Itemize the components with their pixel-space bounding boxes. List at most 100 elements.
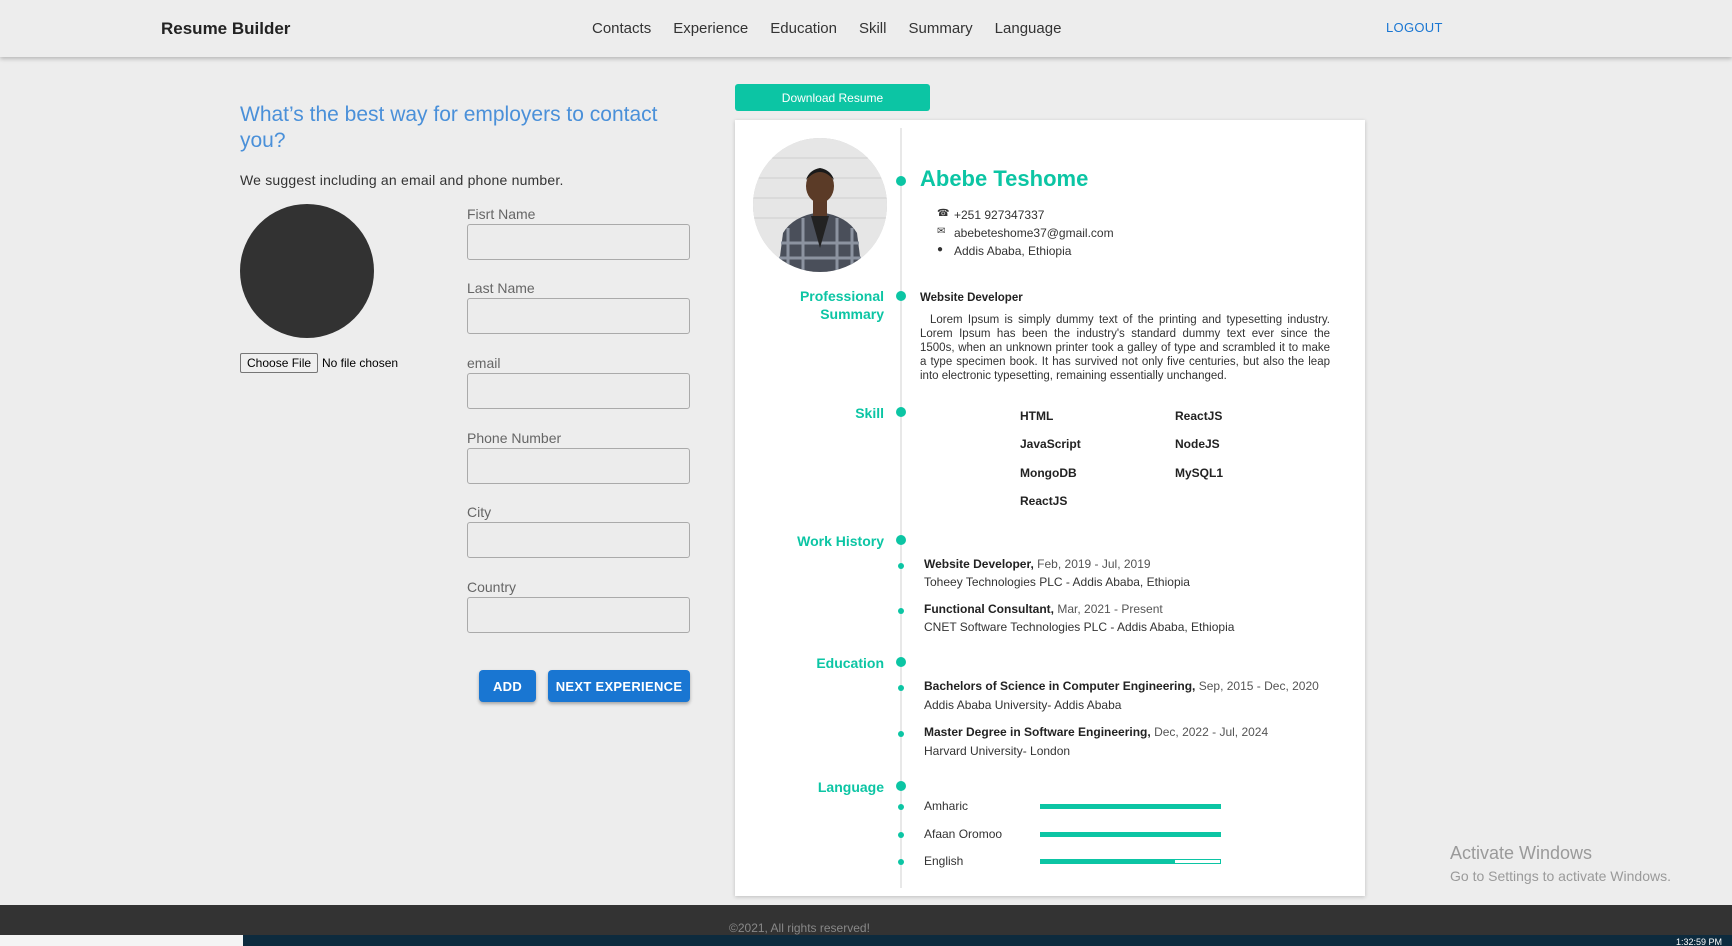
brand-title[interactable]: Resume Builder: [161, 19, 290, 39]
timeline-dot-skill: [896, 407, 906, 417]
timeline-subdot: [898, 804, 904, 810]
email-field: email: [467, 355, 691, 409]
email-input[interactable]: [467, 373, 690, 409]
file-status: No file chosen: [322, 356, 399, 370]
language-name: Amharic: [924, 799, 969, 813]
copyright-text: ©2021, All rights reserved!: [729, 921, 870, 935]
city-label: City: [467, 504, 492, 520]
language-name: English: [924, 854, 964, 868]
timeline-subdot: [898, 685, 904, 691]
mail-icon: ✉: [937, 226, 946, 237]
timeline-dot-work: [896, 535, 906, 545]
skill-item: ReactJS: [1175, 409, 1223, 423]
last-name-input[interactable]: [467, 298, 690, 334]
section-label-work: Work History: [797, 533, 884, 549]
education-dates: Sep, 2015 - Dec, 2020: [1198, 679, 1319, 693]
timeline-dot-summary: [896, 291, 906, 301]
work-title: Website Developer,: [924, 557, 1034, 571]
section-label-education: Education: [816, 655, 884, 671]
location-pin-icon: ●: [937, 244, 944, 255]
work-company: Toheey Technologies PLC - Addis Ababa, E…: [924, 575, 1190, 589]
work-title: Functional Consultant,: [924, 602, 1054, 616]
country-field: Country: [467, 579, 691, 633]
add-button[interactable]: ADD: [479, 670, 536, 702]
timeline-subdot: [898, 832, 904, 838]
phone-input[interactable]: [467, 448, 690, 484]
choose-file-button[interactable]: Choose File: [240, 353, 319, 373]
profile-photo: [753, 138, 887, 272]
work-item-title: Website Developer, Feb, 2019 - Jul, 2019: [924, 557, 1151, 571]
os-taskbar: 1:32:59 PM: [0, 935, 1732, 946]
taskbar-clock: 1:32:59 PM: [1675, 937, 1722, 946]
language-level-bar: [1040, 832, 1221, 837]
timeline-dot-education: [896, 657, 906, 667]
summary-job-title: Website Developer: [920, 292, 1023, 304]
contact-email-text: abebeteshome37@gmail.com: [954, 226, 1114, 240]
language-name: Afaan Oromoo: [924, 827, 1003, 841]
nav-experience[interactable]: Experience: [673, 20, 748, 37]
work-item-title: Functional Consultant, Mar, 2021 - Prese…: [924, 602, 1163, 616]
watermark-title: Activate Windows: [1450, 843, 1593, 863]
timeline-dot-header: [896, 176, 906, 186]
logout-button[interactable]: LOGOUT: [1386, 20, 1443, 35]
summary-text: Lorem Ipsum is simply dummy text of the …: [920, 314, 1330, 382]
watermark-subtitle: Go to Settings to activate Windows.: [1450, 868, 1671, 884]
taskbar-search-area[interactable]: [0, 935, 243, 946]
download-resume-button[interactable]: Download Resume: [735, 84, 930, 111]
resume-name: Abebe Teshome: [920, 166, 1089, 191]
timeline-subdot: [898, 731, 904, 737]
skill-item: ReactJS: [1020, 494, 1068, 508]
education-school: Harvard University- London: [924, 744, 1071, 758]
section-label-skill: Skill: [855, 405, 884, 421]
phone-label: Phone Number: [467, 430, 562, 446]
education-degree: Bachelors of Science in Computer Enginee…: [924, 679, 1196, 693]
first-name-field: Fisrt Name: [467, 206, 691, 260]
form-title: What’s the best way for employers to con…: [240, 103, 658, 152]
section-label-summary: Professional Summary: [799, 288, 884, 322]
city-input[interactable]: [467, 522, 690, 558]
first-name-input[interactable]: [467, 224, 690, 260]
contact-phone-text: +251 927347337: [954, 208, 1045, 222]
skill-item: HTML: [1020, 409, 1054, 423]
nav-summary[interactable]: Summary: [908, 20, 972, 37]
timeline-line: [900, 128, 902, 888]
timeline-subdot: [898, 608, 904, 614]
activate-windows-watermark: Activate Windows Go to Settings to activ…: [1450, 843, 1671, 884]
country-input[interactable]: [467, 597, 690, 633]
country-label: Country: [467, 579, 517, 595]
section-label-language: Language: [817, 779, 884, 795]
last-name-field: Last Name: [467, 280, 691, 334]
nav-language[interactable]: Language: [995, 20, 1062, 37]
work-company: CNET Software Technologies PLC - Addis A…: [924, 620, 1235, 634]
main-nav: Contacts Experience Education Skill Summ…: [592, 20, 1083, 37]
nav-skill[interactable]: Skill: [859, 20, 887, 37]
contact-location-text: Addis Ababa, Ethiopia: [954, 244, 1072, 258]
footer: ©2021, All rights reserved!: [0, 905, 1732, 935]
work-dates: Feb, 2019 - Jul, 2019: [1037, 557, 1151, 571]
skill-item: JavaScript: [1020, 437, 1081, 451]
work-dates: Mar, 2021 - Present: [1057, 602, 1163, 616]
next-experience-button[interactable]: NEXT EXPERIENCE: [548, 670, 690, 702]
nav-education[interactable]: Education: [770, 20, 837, 37]
education-school: Addis Ababa University- Addis Ababa: [924, 698, 1122, 712]
avatar-placeholder: [240, 204, 374, 338]
timeline-subdot: [898, 859, 904, 865]
nav-contacts[interactable]: Contacts: [592, 20, 651, 37]
last-name-label: Last Name: [467, 280, 535, 296]
phone-field: Phone Number: [467, 430, 691, 484]
education-degree: Master Degree in Software Engineering,: [924, 725, 1151, 739]
phone-icon: ☎: [937, 208, 950, 219]
education-dates: Dec, 2022 - Jul, 2024: [1154, 725, 1269, 739]
timeline-dot-language: [896, 781, 906, 791]
education-item-title: Master Degree in Software Engineering, D…: [924, 725, 1268, 739]
first-name-label: Fisrt Name: [467, 206, 536, 222]
skill-item: MySQL1: [1175, 466, 1224, 480]
education-item-title: Bachelors of Science in Computer Enginee…: [924, 679, 1319, 693]
form-subtitle: We suggest including an email and phone …: [240, 172, 564, 188]
skill-item: MongoDB: [1020, 466, 1077, 480]
language-level-bar: [1040, 804, 1221, 809]
language-level-bar: [1040, 859, 1221, 864]
top-navbar: Resume Builder Contacts Experience Educa…: [0, 0, 1732, 57]
city-field: City: [467, 504, 691, 558]
skill-item: NodeJS: [1175, 437, 1220, 451]
